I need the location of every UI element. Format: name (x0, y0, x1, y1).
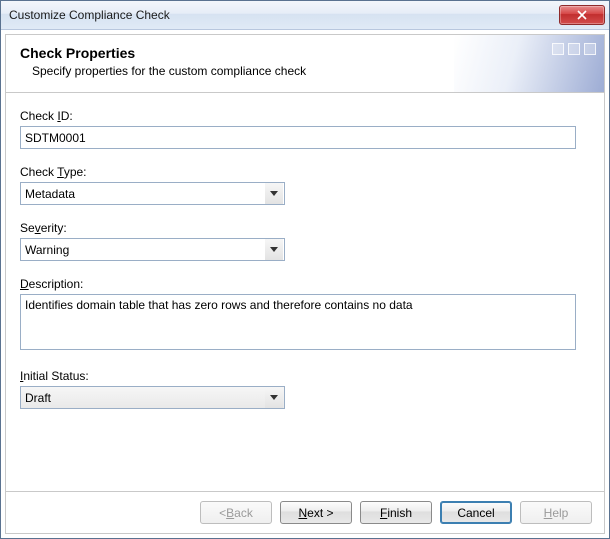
initial-status-label: Initial Status: (20, 369, 590, 383)
field-check-type: Check Type: Metadata (20, 165, 590, 205)
description-label: Description: (20, 277, 590, 291)
check-type-value: Metadata (21, 187, 264, 201)
field-check-id: Check ID: (20, 109, 590, 149)
severity-dropdown-button[interactable] (265, 239, 283, 260)
close-icon (577, 10, 587, 20)
severity-label: Severity: (20, 221, 590, 235)
check-type-combobox[interactable]: Metadata (20, 182, 285, 205)
field-initial-status: Initial Status: Draft (20, 369, 590, 409)
help-button[interactable]: Help (520, 501, 592, 524)
back-button: < Back (200, 501, 272, 524)
next-button[interactable]: Next > (280, 501, 352, 524)
window-title: Customize Compliance Check (9, 8, 559, 22)
check-type-label: Check Type: (20, 165, 590, 179)
header-panel: Check Properties Specify properties for … (6, 35, 604, 92)
field-severity: Severity: Warning (20, 221, 590, 261)
close-button[interactable] (559, 5, 605, 25)
initial-status-combobox[interactable]: Draft (20, 386, 285, 409)
chevron-down-icon (270, 247, 278, 253)
check-type-dropdown-button[interactable] (265, 183, 283, 204)
check-id-input[interactable] (20, 126, 576, 149)
dialog-body: Check Properties Specify properties for … (5, 34, 605, 534)
initial-status-value: Draft (21, 391, 264, 405)
description-textarea[interactable] (20, 294, 576, 350)
severity-combobox[interactable]: Warning (20, 238, 285, 261)
form-area: Check ID: Check Type: Metadata Severity:… (6, 93, 604, 491)
button-bar: < Back Next > Finish Cancel Help (6, 491, 604, 533)
severity-value: Warning (21, 243, 264, 257)
header-decoration-squares (552, 43, 596, 55)
check-id-label: Check ID: (20, 109, 590, 123)
titlebar: Customize Compliance Check (1, 1, 609, 30)
cancel-button[interactable]: Cancel (440, 501, 512, 524)
field-description: Description: (20, 277, 590, 353)
chevron-down-icon (270, 395, 278, 401)
finish-button[interactable]: Finish (360, 501, 432, 524)
initial-status-dropdown-button[interactable] (265, 387, 283, 408)
chevron-down-icon (270, 191, 278, 197)
dialog-window: Customize Compliance Check Check Propert… (0, 0, 610, 539)
